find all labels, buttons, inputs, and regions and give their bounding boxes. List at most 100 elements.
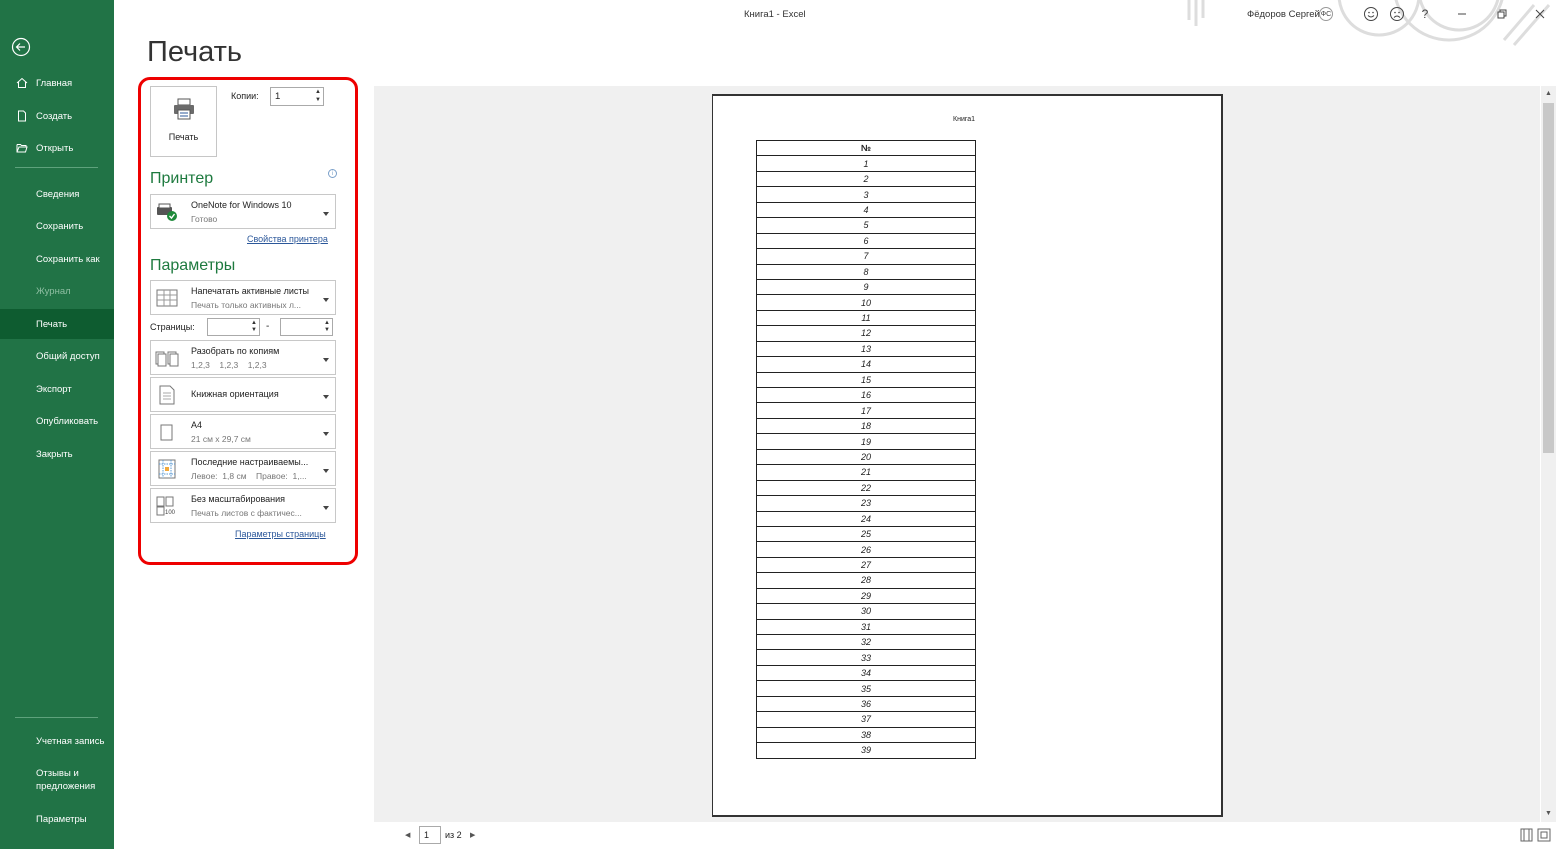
frown-feedback-icon[interactable]	[1389, 6, 1405, 22]
orientation-title: Книжная ориентация	[191, 389, 279, 399]
table-cell: 33	[756, 649, 976, 666]
sidebar-item-options[interactable]: Параметры	[0, 804, 114, 834]
table-cell: 21	[756, 464, 976, 481]
scaling-select[interactable]: 100 Без масштабирования Печать листов с …	[150, 488, 336, 523]
prev-page-icon[interactable]: ◀	[405, 831, 410, 839]
avatar[interactable]: ФС	[1319, 7, 1333, 21]
table-cell: 32	[756, 633, 976, 651]
sidebar-item-close[interactable]: Закрыть	[0, 439, 114, 469]
sidebar-item-open[interactable]: Открыть	[0, 133, 114, 163]
smile-feedback-icon[interactable]	[1363, 6, 1379, 22]
copies-stepper[interactable]: 1 ▲ ▼	[270, 87, 324, 106]
printer-select[interactable]: OneNote for Windows 10 Готово	[150, 194, 336, 229]
table-cell: 12	[756, 325, 976, 342]
table-cell: 38	[756, 726, 976, 744]
table-row: 2	[756, 170, 976, 188]
scrollbar-thumb[interactable]	[1543, 103, 1554, 453]
table-cell: 28	[756, 572, 976, 589]
page-title: Печать	[147, 36, 243, 68]
table-row: 37	[756, 711, 976, 728]
table-cell: 14	[756, 356, 976, 373]
collate-select[interactable]: Разобрать по копиям 1,2,3 1,2,3 1,2,3	[150, 340, 336, 375]
table-cell: 11	[756, 309, 976, 327]
spin-up-icon[interactable]: ▲	[251, 320, 257, 327]
table-cell: 9	[756, 278, 976, 296]
sidebar-divider	[15, 167, 98, 168]
sidebar-item-new[interactable]: Создать	[0, 101, 114, 131]
spin-up-icon[interactable]: ▲	[315, 89, 321, 96]
table-row: 9	[756, 278, 976, 296]
params-section-title: Параметры	[150, 257, 236, 274]
table-row: 28	[756, 572, 976, 589]
spin-down-icon[interactable]: ▼	[315, 97, 321, 104]
table-row: 18	[756, 417, 976, 435]
info-icon[interactable]: i	[328, 169, 337, 178]
table-row: 35	[756, 680, 976, 697]
paper-icon	[160, 424, 173, 440]
sidebar-item-export[interactable]: Экспорт	[0, 374, 114, 404]
collate-title: Разобрать по копиям	[191, 346, 280, 356]
minimize-icon[interactable]	[1454, 6, 1470, 22]
back-arrow-icon[interactable]	[11, 37, 31, 57]
table-cell: 18	[756, 417, 976, 435]
table-row: 20	[756, 448, 976, 466]
sidebar-item-label: Закрыть	[36, 448, 73, 460]
scroll-down-icon[interactable]: ▼	[1545, 810, 1552, 817]
page-setup-link[interactable]: Параметры страницы	[235, 529, 326, 539]
sidebar-item-feedback[interactable]: Отзывы и предложения	[0, 766, 114, 794]
what-to-print-select[interactable]: Напечатать активные листы Печать только …	[150, 280, 336, 315]
print-button[interactable]: Печать	[150, 86, 217, 157]
sidebar-item-save-as[interactable]: Сохранить как	[0, 244, 114, 274]
scroll-up-icon[interactable]: ▲	[1545, 90, 1552, 97]
pages-to-input[interactable]: ▲ ▼	[280, 318, 333, 336]
spin-down-icon[interactable]: ▼	[251, 327, 257, 334]
table-cell: 10	[756, 294, 976, 311]
sheet-grid-icon	[156, 289, 178, 306]
what-to-print-title: Напечатать активные листы	[191, 286, 310, 296]
close-icon[interactable]	[1532, 6, 1548, 22]
sidebar-item-save[interactable]: Сохранить	[0, 211, 114, 241]
pages-from-input[interactable]: ▲ ▼	[207, 318, 260, 336]
copies-value: 1	[275, 91, 281, 102]
show-margins-icon[interactable]	[1520, 828, 1533, 842]
zoom-to-page-icon[interactable]	[1537, 828, 1551, 842]
sidebar-item-info[interactable]: Сведения	[0, 179, 114, 209]
sidebar-item-publish[interactable]: Опубликовать	[0, 406, 114, 436]
table-cell: 1	[756, 155, 976, 172]
sidebar-item-home[interactable]: Главная	[0, 68, 114, 98]
table-cell: 3	[756, 186, 976, 203]
sidebar-item-account[interactable]: Учетная запись	[0, 726, 114, 756]
user-name[interactable]: Фёдоров Сергей	[1247, 9, 1320, 20]
paper-size-select[interactable]: A4 21 см x 29,7 см	[150, 414, 336, 449]
svg-text:100: 100	[165, 510, 176, 516]
table-row: 15	[756, 371, 976, 389]
table-row: 8	[756, 263, 976, 280]
sidebar-item-share[interactable]: Общий доступ	[0, 341, 114, 371]
spin-up-icon[interactable]: ▲	[324, 320, 330, 327]
next-page-icon[interactable]: ▶	[470, 831, 475, 839]
table-row: 34	[756, 664, 976, 682]
sidebar-item-print[interactable]: Печать	[0, 309, 114, 339]
help-icon[interactable]: ?	[1417, 6, 1433, 22]
new-file-icon	[18, 110, 26, 122]
restore-icon[interactable]	[1494, 6, 1510, 22]
table-cell: 13	[756, 340, 976, 358]
margins-select[interactable]: Последние настраиваемы... Левое: 1,8 см …	[150, 451, 336, 486]
sidebar-item-label: Учетная запись	[36, 735, 105, 747]
chevron-down-icon	[323, 297, 329, 302]
scaling-sub: Печать листов с фактичес...	[191, 508, 302, 518]
page-number-input[interactable]: 1	[419, 826, 441, 844]
table-row: 19	[756, 433, 976, 450]
table-cell: 19	[756, 433, 976, 450]
margins-title: Последние настраиваемы...	[191, 457, 309, 467]
spin-down-icon[interactable]: ▼	[324, 327, 330, 334]
orientation-select[interactable]: Книжная ориентация	[150, 377, 336, 412]
table-row: 30	[756, 603, 976, 620]
sidebar-item-label: Сохранить как	[36, 253, 100, 265]
table-cell: 2	[756, 170, 976, 188]
sidebar-divider	[15, 717, 98, 718]
page-header-text: Книга1	[953, 116, 976, 123]
scaling-title: Без масштабирования	[191, 494, 286, 504]
table-cell: 22	[756, 479, 976, 497]
printer-properties-link[interactable]: Свойства принтера	[247, 234, 328, 244]
